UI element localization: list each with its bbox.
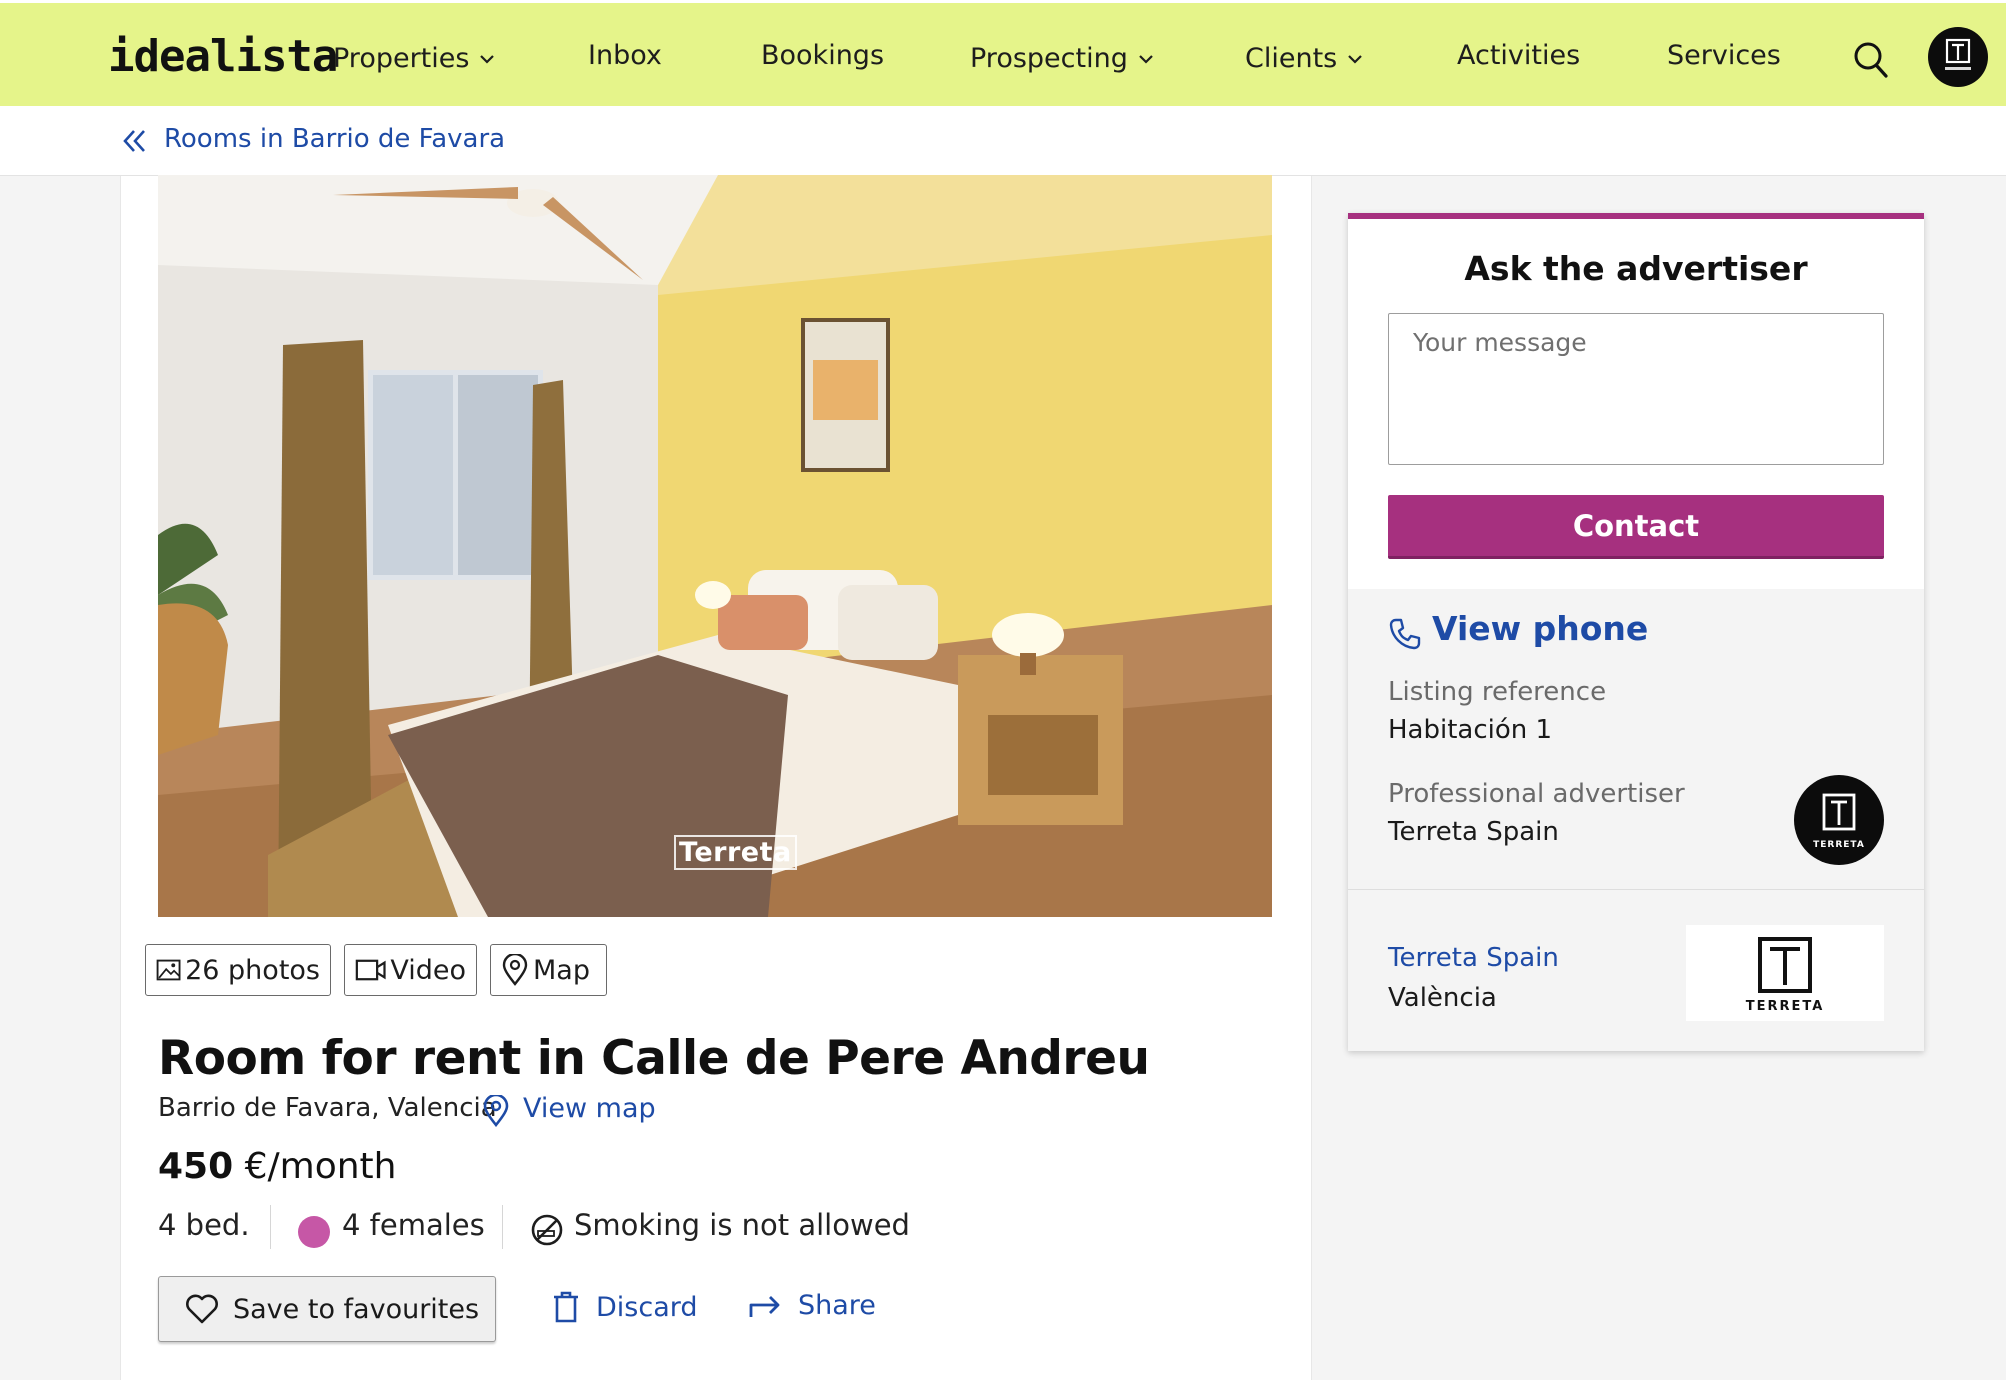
- nav-activities-label: Activities: [1457, 40, 1581, 71]
- terreta-logo-icon: TERRETA: [1813, 793, 1865, 850]
- price-amount: 450: [158, 1146, 234, 1187]
- nav-clients-label: Clients: [1245, 43, 1338, 74]
- save-to-favourites-button[interactable]: Save to favourites: [158, 1276, 496, 1342]
- image-icon: [156, 959, 181, 981]
- discard-button[interactable]: Discard: [552, 1290, 698, 1324]
- agency-city: València: [1388, 983, 1497, 1013]
- agency-profile-link[interactable]: Terreta Spain: [1388, 943, 1559, 973]
- agency-logo[interactable]: TERRETA: [1686, 925, 1884, 1021]
- top-navbar: idealista Properties Inbox Bookings Pros…: [0, 0, 2006, 106]
- nav-properties[interactable]: Properties: [333, 40, 495, 74]
- account-avatar[interactable]: [1928, 27, 1988, 87]
- share-arrow-icon: [749, 1295, 780, 1317]
- feature-divider: [270, 1205, 271, 1249]
- video-icon: [355, 959, 386, 981]
- logo-wordmark: TERRETA: [1746, 999, 1825, 1014]
- share-label: Share: [798, 1290, 876, 1321]
- advertiser-avatar: TERRETA: [1794, 775, 1884, 865]
- nav-bookings-label: Bookings: [761, 40, 885, 71]
- professional-advertiser-label: Professional advertiser: [1388, 779, 1685, 809]
- listing-photo[interactable]: Terreta: [158, 175, 1272, 917]
- contact-button[interactable]: Contact: [1388, 495, 1884, 559]
- contact-card-title: Ask the advertiser: [1464, 249, 1808, 288]
- message-input[interactable]: [1388, 313, 1884, 465]
- video-button[interactable]: Video: [344, 944, 477, 996]
- save-label: Save to favourites: [233, 1293, 480, 1325]
- bedroom-photo-image: [158, 175, 1272, 917]
- map-label: Map: [533, 954, 590, 986]
- chevron-down-icon: [1138, 40, 1154, 71]
- view-map-link[interactable]: View map: [523, 1093, 656, 1124]
- chevron-down-icon: [1347, 40, 1363, 71]
- nav-inbox-label: Inbox: [588, 40, 662, 71]
- phone-icon[interactable]: [1388, 617, 1422, 651]
- chevron-down-icon: [479, 40, 495, 71]
- price-unit: €/month: [244, 1146, 397, 1187]
- photos-count: 26 photos: [185, 954, 320, 986]
- feature-divider: [502, 1205, 503, 1249]
- smoking-feature: Smoking is not allowed: [574, 1208, 910, 1242]
- nav-services-label: Services: [1667, 40, 1781, 71]
- listing-title: Room for rent in Calle de Pere Andreu: [158, 1031, 1150, 1086]
- search-icon[interactable]: [1853, 41, 1889, 79]
- female-dot-icon: [298, 1216, 330, 1248]
- advertiser-name: Terreta Spain: [1388, 817, 1559, 847]
- heart-icon: [186, 1294, 218, 1324]
- logo-wordmark: TERRETA: [1813, 840, 1865, 850]
- nav-activities[interactable]: Activities: [1457, 40, 1580, 71]
- beds-feature: 4 bed.: [158, 1208, 250, 1242]
- share-button[interactable]: Share: [748, 1290, 876, 1321]
- video-label: Video: [390, 954, 466, 986]
- view-phone-link[interactable]: View phone: [1432, 609, 1648, 648]
- nav-services[interactable]: Services: [1667, 40, 1781, 71]
- no-smoking-icon: [530, 1213, 564, 1247]
- nav-clients[interactable]: Clients: [1245, 40, 1363, 74]
- terreta-logo-icon: [1945, 38, 1971, 70]
- map-pin-icon: [502, 954, 528, 986]
- occupants-feature: 4 females: [342, 1208, 485, 1242]
- location-pin-icon[interactable]: [483, 1093, 509, 1128]
- breadcrumb: Rooms in Barrio de Favara: [0, 106, 2006, 176]
- terreta-logo-icon: TERRETA: [1746, 937, 1825, 1014]
- breadcrumb-link[interactable]: Rooms in Barrio de Favara: [164, 124, 505, 154]
- nav-properties-label: Properties: [333, 43, 470, 74]
- idealista-logo[interactable]: idealista: [108, 31, 338, 82]
- nav-prospecting[interactable]: Prospecting: [970, 40, 1154, 74]
- nav-bookings[interactable]: Bookings: [761, 40, 884, 71]
- photos-button[interactable]: 26 photos: [145, 944, 331, 996]
- listing-price: 450 €/month: [158, 1146, 396, 1187]
- contact-card: Ask the advertiser Contact View phone Li…: [1348, 213, 1924, 1051]
- double-chevron-left-icon[interactable]: [122, 128, 148, 154]
- discard-label: Discard: [596, 1291, 698, 1323]
- map-button[interactable]: Map: [490, 944, 607, 996]
- listing-location: Barrio de Favara, Valencia: [158, 1093, 497, 1123]
- nav-inbox[interactable]: Inbox: [588, 40, 662, 71]
- listing-reference-label: Listing reference: [1388, 677, 1607, 707]
- card-divider: [1348, 889, 1924, 890]
- listing-reference-value: Habitación 1: [1388, 715, 1553, 745]
- trash-icon: [554, 1291, 578, 1323]
- photo-watermark: Terreta: [674, 835, 797, 870]
- nav-prospecting-label: Prospecting: [970, 43, 1128, 74]
